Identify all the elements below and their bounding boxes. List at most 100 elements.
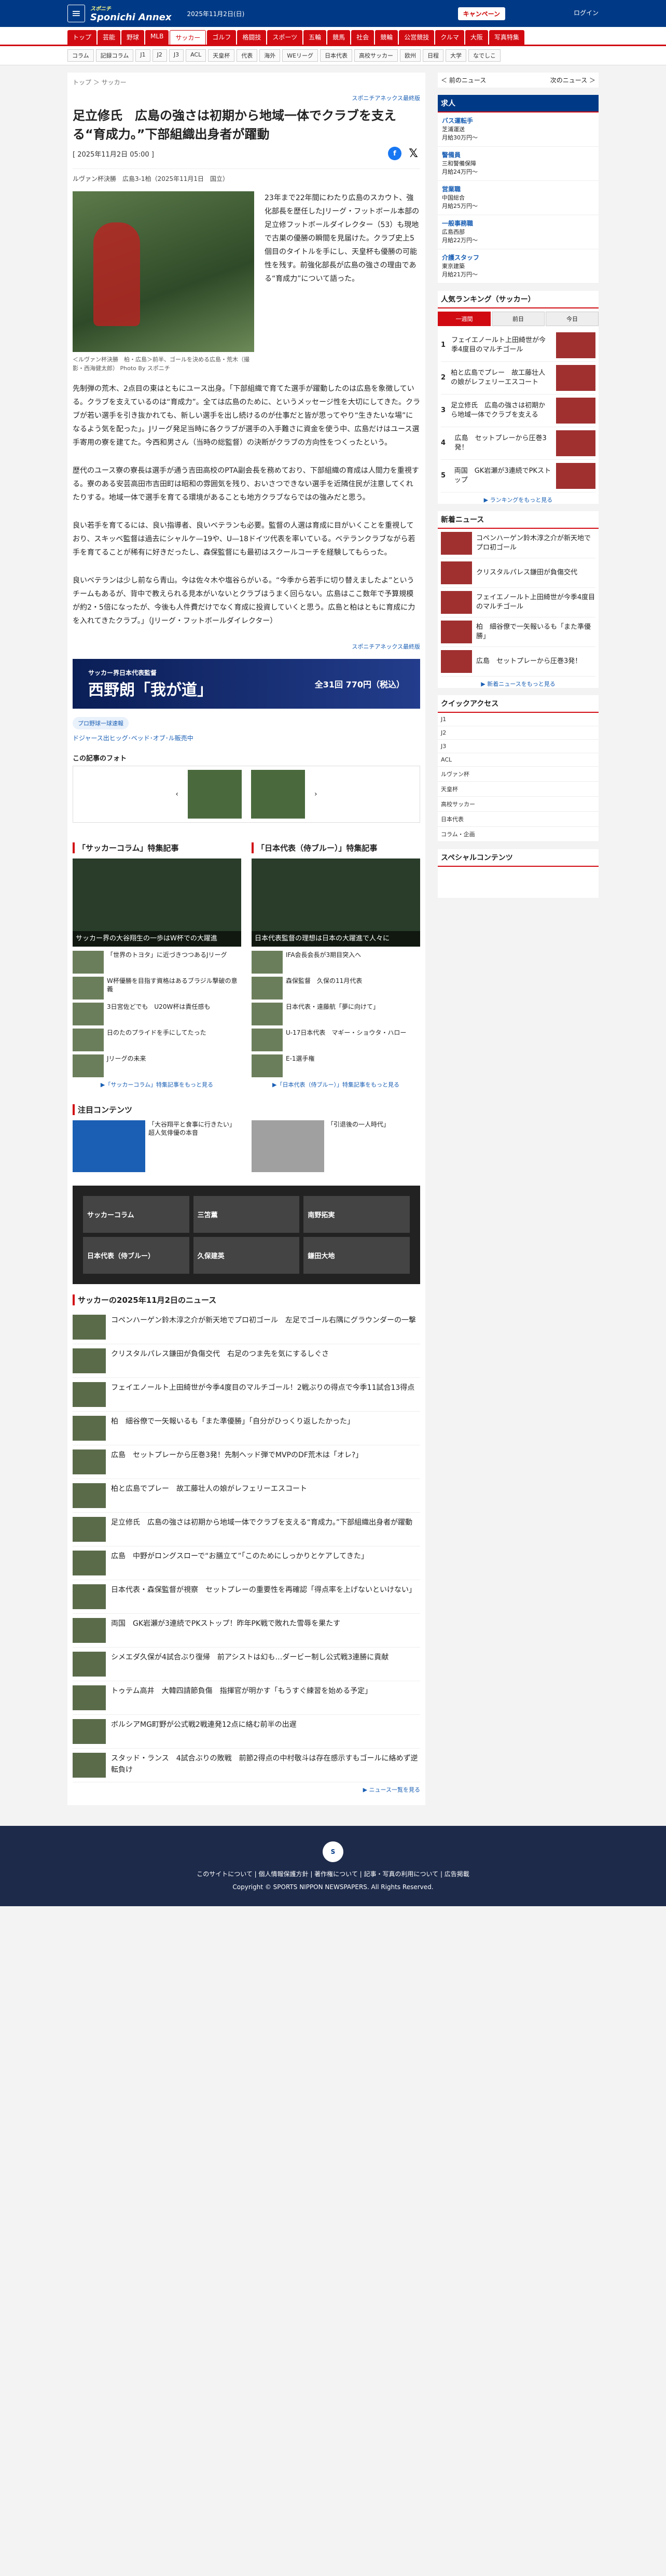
news-list-item[interactable]: 柏と広島でプレー 故工藤壮人の娘がレフェリーエスコート <box>73 1479 420 1513</box>
subnav-tab[interactable]: 大学 <box>446 49 467 62</box>
topic-link[interactable]: 南野拓実 <box>303 1196 410 1233</box>
job-item[interactable]: 介護スタッフ 東京建築 月給21万円〜 <box>438 249 599 284</box>
subnav-tab[interactable]: 記録コラム <box>95 49 134 62</box>
gnav-tab[interactable]: 写真特集 <box>489 30 524 45</box>
topic-link[interactable]: サッカーコラム <box>83 1196 189 1233</box>
new-news-item[interactable]: 柏 細谷僚で一矢報いるも「また準優勝」 <box>441 617 595 647</box>
quick-access-link[interactable]: 天皇杯 <box>438 782 599 797</box>
news-list-item[interactable]: 足立修氏 広島の強さは初期から地域一体でクラブを支える“育成力。”下部組織出身者… <box>73 1513 420 1546</box>
job-item[interactable]: 警備員 三和警備保障 月給24万円〜 <box>438 147 599 181</box>
ranking-tab[interactable]: 今日 <box>546 312 599 326</box>
news-list-item[interactable]: シメエダ久保が4試合ぶり復帰 前アシストは幻も…ダービー制し公式戦3連勝に貢献 <box>73 1648 420 1681</box>
feature-item[interactable]: IFA会長会長が3期目突入へ <box>252 951 420 974</box>
new-news-item[interactable]: コペンハーゲン鈴木淳之介が新天地でプロ初ゴール <box>441 529 595 558</box>
feature-item[interactable]: Jリーグの未来 <box>73 1054 241 1077</box>
attention-item[interactable]: 「引退後の一人時代」 <box>327 1120 390 1172</box>
chevron-left-icon[interactable]: ‹ <box>175 790 178 798</box>
attention-thumb[interactable] <box>252 1120 324 1172</box>
gnav-tab[interactable]: 公営競技 <box>399 30 435 45</box>
subnav-tab[interactable]: 代表 <box>237 49 258 62</box>
chevron-right-icon[interactable]: › <box>314 790 317 798</box>
feature-item[interactable]: E-1選手権 <box>252 1054 420 1077</box>
attention-thumb[interactable] <box>73 1120 145 1172</box>
ranking-item[interactable]: 3 足立修氏 広島の強さは初期から地域一体でクラブを支える <box>441 395 595 427</box>
news-list-item[interactable]: スタッド・ランス 4試合ぶりの敗戦 前節2得点の中村敬斗は存在感示すもゴールに絡… <box>73 1749 420 1782</box>
new-news-item[interactable]: 広島 セットプレーから圧巻3発！ <box>441 647 595 677</box>
subnav-tab[interactable]: J2 <box>152 49 167 62</box>
quick-access-link[interactable]: ACL <box>438 753 599 767</box>
news-list-item[interactable]: コペンハーゲン鈴木淳之介が新天地でプロ初ゴール 左足でゴール右隅にグラウンダーの… <box>73 1311 420 1344</box>
related-link[interactable]: ドジャース出ヒッグ･ベッド･オブ･ル販売中 <box>73 734 420 742</box>
subnav-tab[interactable]: 天皇杯 <box>208 49 235 62</box>
footer-links[interactable]: このサイトについて | 個人情報保護方針 | 著作権について | 記事・写真の利… <box>0 1869 666 1878</box>
ranking-item[interactable]: 5 両国 GK岩瀬が3連続でPKストップ <box>441 460 595 492</box>
topic-link[interactable]: 鎌田大地 <box>303 1237 410 1274</box>
gnav-tab[interactable]: クルマ <box>435 30 464 45</box>
next-news-link[interactable]: 次のニュース ＞ <box>550 76 595 85</box>
new-news-item[interactable]: フェイエノールト上田綺世が今季4度目のマルチゴール <box>441 588 595 617</box>
news-list-item[interactable]: 両国 GK岩瀬が3連続でPKストップ！昨年PK戦で敗れた雪辱を果たす <box>73 1614 420 1648</box>
feature-item[interactable]: W杯優勝を目指す資格はあるブラジル撃破の意義 <box>73 977 241 1000</box>
ranking-tab[interactable]: 一週間 <box>438 312 491 326</box>
gnav-tab[interactable]: 社会 <box>351 30 374 45</box>
feature-card[interactable]: サッカー界の大谷翔生の一歩はW杯での大躍進 <box>73 858 241 947</box>
news-list-item[interactable]: 広島 中野がロングスローで“お膳立て”「このためにしっかりとケアしてきた」 <box>73 1546 420 1580</box>
news-list-item[interactable]: 柏 細谷僚で一矢報いるも「また準優勝」「自分がひっくり返したかった」 <box>73 1412 420 1445</box>
gnav-tab[interactable]: スポーツ <box>267 30 303 45</box>
news-list-item[interactable]: フェイエノールト上田綺世が今季4度目のマルチゴール！2戦ぶりの得点で今季11試合… <box>73 1378 420 1412</box>
strip-photo[interactable] <box>188 770 242 819</box>
strip-photo[interactable] <box>251 770 305 819</box>
gnav-tab[interactable]: 芸能 <box>98 30 121 45</box>
login-link[interactable]: ログイン <box>574 8 599 17</box>
quick-access-link[interactable]: J1 <box>438 713 599 726</box>
news-list-item[interactable]: トゥテム高井 大韓四請節負傷 指揮官が明かす「もうすぐ練習を始める予定」 <box>73 1681 420 1715</box>
tag-link[interactable]: プロ野球一球速報 <box>73 717 129 729</box>
gnav-tab[interactable]: 五輪 <box>303 30 327 45</box>
gnav-tab[interactable]: 大阪 <box>465 30 488 45</box>
attention-item[interactable]: 「大谷翔平と食事に行きたい」超人気俳優の本音 <box>148 1120 241 1172</box>
feature-more-link[interactable]: ▶「サッカーコラム」特集記事をもっと見る <box>73 1080 241 1089</box>
subnav-tab[interactable]: なでしこ <box>468 49 501 62</box>
feature-item[interactable]: U-17日本代表 マギー・ショウタ・ハロー <box>252 1029 420 1051</box>
article-photo[interactable] <box>73 191 254 352</box>
subnav-tab[interactable]: J3 <box>169 49 184 62</box>
topic-link[interactable]: 久保建英 <box>193 1237 300 1274</box>
x-share-icon[interactable]: 𝕏 <box>407 147 420 160</box>
subnav-tab[interactable]: J1 <box>135 49 150 62</box>
subnav-tab[interactable]: ACL <box>186 49 206 62</box>
news-list-item[interactable]: クリスタルパレス鎌田が負傷交代 右足のつま先を気にするしぐさ <box>73 1344 420 1378</box>
job-item[interactable]: バス運転手 芝浦運送 月給30万円〜 <box>438 112 599 147</box>
quick-access-link[interactable]: 日本代表 <box>438 812 599 827</box>
gnav-tab[interactable]: 競輪 <box>375 30 398 45</box>
subnav-tab[interactable]: WEリーグ <box>282 49 318 62</box>
feature-more-link[interactable]: ▶「日本代表（侍ブルー）」特集記事をもっと見る <box>252 1080 420 1089</box>
feature-item[interactable]: 3日宮佐どでも U20W杯は責任感も <box>73 1003 241 1025</box>
topic-link[interactable]: 日本代表（侍ブルー） <box>83 1237 189 1274</box>
news-more-link[interactable]: ▶ ニュース一覧を見る <box>73 1785 420 1794</box>
quick-access-link[interactable]: ルヴァン杯 <box>438 767 599 782</box>
ad-banner[interactable]: サッカー界日本代表監督 西野朗「我が道」 全31回 770円（税込） <box>73 659 420 709</box>
feature-card[interactable]: 日本代表監督の理想は日本の大躍進で人々に <box>252 858 420 947</box>
subnav-tab[interactable]: 日本代表 <box>320 49 353 62</box>
campaign-button[interactable]: キャンペーン <box>457 7 505 20</box>
news-list-item[interactable]: 日本代表・森保監督が視察 セットプレーの重要性を再確認「得点率を上げないといけな… <box>73 1580 420 1614</box>
new-news-more-link[interactable]: ▶ 新着ニュースをもっと見る <box>438 680 599 688</box>
gnav-tab[interactable]: MLB <box>145 30 169 45</box>
news-list-item[interactable]: ボルシアMG町野が公式戦2戦連発12点に絡む前半の出遅 <box>73 1715 420 1749</box>
ranking-item[interactable]: 2 柏と広島でプレー 故工藤壮人の娘がレフェリーエスコート <box>441 362 595 395</box>
job-item[interactable]: 営業職 中国総合 月給25万円〜 <box>438 181 599 215</box>
subnav-tab[interactable]: 高校サッカー <box>354 49 398 62</box>
gnav-tab[interactable]: サッカー <box>170 30 206 45</box>
facebook-share-icon[interactable]: f <box>388 147 401 160</box>
ranking-item[interactable]: 1 フェイエノールト上田綺世が今季4度目のマルチゴール <box>441 329 595 362</box>
subnav-tab[interactable]: 欧州 <box>400 49 421 62</box>
new-news-item[interactable]: クリスタルパレス鎌田が負傷交代 <box>441 558 595 588</box>
quick-access-link[interactable]: コラム・企画 <box>438 827 599 842</box>
prev-news-link[interactable]: ＜ 前のニュース <box>441 76 486 85</box>
ranking-item[interactable]: 4 広島 セットプレーから圧巻3発！ <box>441 427 595 460</box>
gnav-tab[interactable]: 格闘技 <box>237 30 267 45</box>
subnav-tab[interactable]: 日程 <box>423 49 444 62</box>
ranking-tab[interactable]: 前日 <box>492 312 545 326</box>
topic-link[interactable]: 三笘薫 <box>193 1196 300 1233</box>
quick-access-link[interactable]: 高校サッカー <box>438 797 599 812</box>
